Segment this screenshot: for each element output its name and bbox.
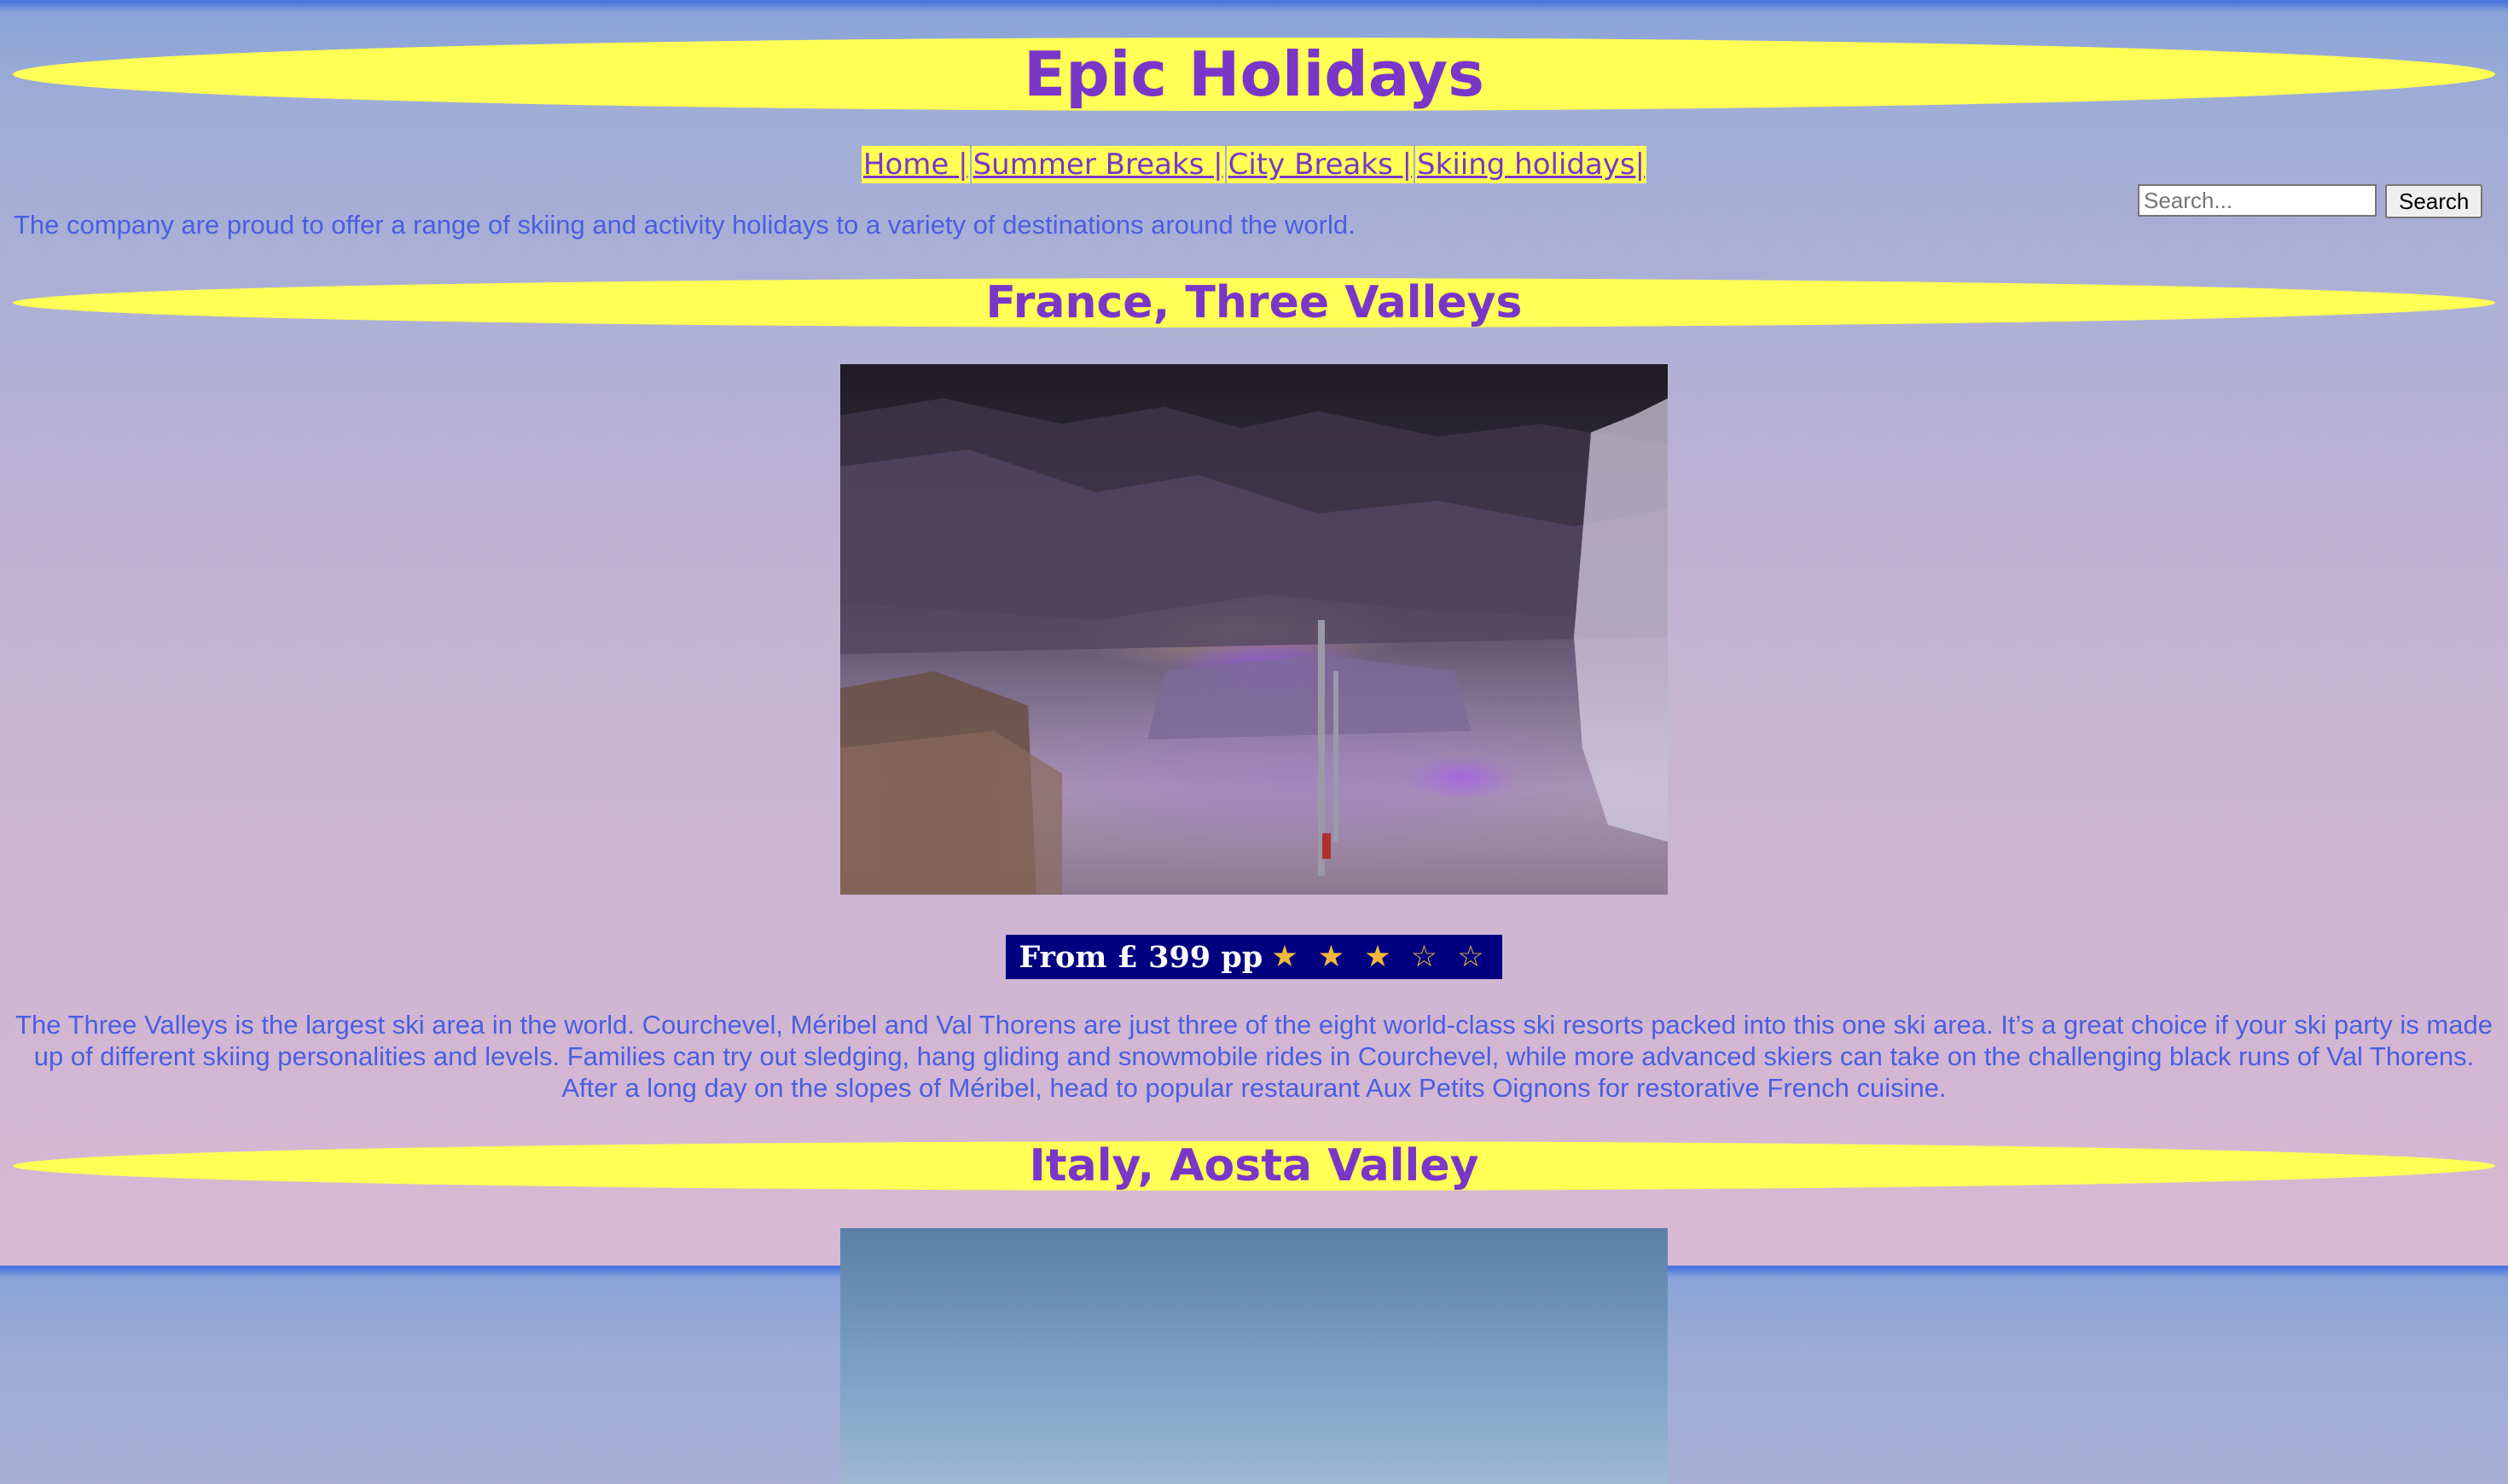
search-form: Search bbox=[2138, 184, 2483, 218]
destination-heading-italy: Italy, Aosta Valley bbox=[13, 1141, 2495, 1191]
price-badge: From £ 399 pp ★ ★ ★ ☆ ☆ bbox=[1006, 935, 1502, 979]
france-resort-photo bbox=[840, 364, 1668, 895]
nav-link-city-breaks[interactable]: City Breaks | bbox=[1226, 146, 1414, 183]
destination-heading-france: France, Three Valleys bbox=[13, 278, 2495, 328]
search-button[interactable]: Search bbox=[2385, 184, 2483, 218]
italy-resort-photo bbox=[840, 1228, 1668, 1484]
intro-text: The company are proud to offer a range o… bbox=[14, 210, 1356, 240]
main-nav: Home | Summer Breaks | City Breaks | Skiing… bbox=[0, 146, 2508, 183]
star-rating: ★ ★ ★ ☆ ☆ bbox=[1271, 940, 1489, 974]
site-title: Epic Holidays bbox=[13, 38, 2495, 111]
search-input[interactable] bbox=[2138, 184, 2377, 217]
night-ski-village-illustration bbox=[840, 398, 1668, 895]
nav-link-summer-breaks[interactable]: Summer Breaks | bbox=[971, 146, 1225, 183]
nav-link-skiing-holidays[interactable]: Skiing holidays| bbox=[1415, 146, 1647, 183]
price-text: From £ 399 pp bbox=[1019, 939, 1263, 975]
nav-link-home[interactable]: Home | bbox=[861, 146, 970, 183]
france-description: The Three Valleys is the largest ski are… bbox=[15, 1010, 2493, 1103]
